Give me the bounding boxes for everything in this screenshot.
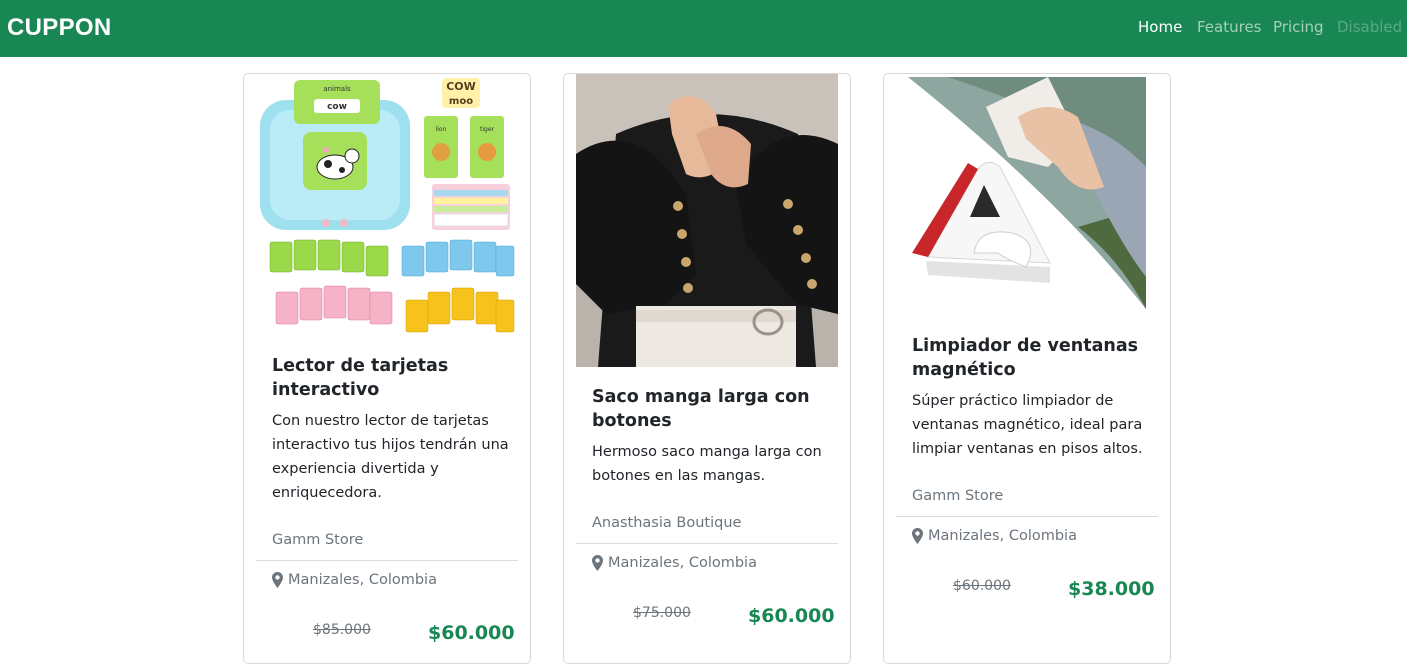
location-text: Manizales, Colombia bbox=[928, 528, 1077, 544]
sale-price: $60.000 bbox=[748, 605, 835, 627]
map-pin-icon bbox=[912, 528, 923, 544]
store-name: Gamm Store bbox=[272, 532, 364, 548]
product-card[interactable]: Limpiador de ventanas magnético Súper pr… bbox=[883, 73, 1171, 664]
banner-top-text: COW bbox=[446, 80, 476, 93]
navbar: CUPPON Home Features Pricing Disabled bbox=[0, 0, 1407, 57]
cardigan-image bbox=[576, 74, 838, 367]
flash-card-reader-image: animals cow COW moo lion tiger bbox=[256, 74, 518, 336]
card-divider bbox=[256, 560, 518, 561]
product-card[interactable]: Saco manga larga con botones Hermoso sac… bbox=[563, 73, 851, 664]
product-image[interactable]: animals cow COW moo lion tiger bbox=[256, 74, 518, 336]
card-word-text: cow bbox=[327, 102, 347, 112]
location-text: Manizales, Colombia bbox=[288, 572, 437, 588]
card-title: Saco manga larga con botones bbox=[592, 387, 810, 431]
sale-price: $38.000 bbox=[1068, 578, 1155, 600]
card-description: Con nuestro lector de tarjetas interacti… bbox=[272, 413, 509, 501]
location: Manizales, Colombia bbox=[912, 528, 1077, 544]
store-name: Gamm Store bbox=[912, 488, 1004, 504]
card-description: Súper práctico limpiador de ventanas mag… bbox=[912, 393, 1143, 457]
card-header-text: animals bbox=[323, 85, 351, 93]
nav-link-home[interactable]: Home bbox=[1138, 18, 1182, 36]
old-price: $60.000 bbox=[953, 578, 1011, 594]
old-price: $85.000 bbox=[313, 622, 371, 638]
nav-link-features[interactable]: Features bbox=[1197, 18, 1262, 36]
old-price: $75.000 bbox=[633, 605, 691, 621]
card-divider bbox=[576, 543, 838, 544]
location-text: Manizales, Colombia bbox=[608, 555, 757, 571]
card-title: Lector de tarjetas interactivo bbox=[272, 356, 449, 400]
card-title: Limpiador de ventanas magnético bbox=[912, 336, 1139, 380]
banner-bottom-text: moo bbox=[449, 96, 473, 107]
card-description: Hermoso saco manga larga con botones en … bbox=[592, 444, 822, 484]
store-name: Anasthasia Boutique bbox=[592, 515, 742, 531]
nav-link-disabled: Disabled bbox=[1337, 18, 1403, 36]
brand-logo[interactable]: CUPPON bbox=[7, 14, 111, 42]
map-pin-icon bbox=[592, 555, 603, 571]
tiger-card-text: tiger bbox=[480, 126, 495, 133]
product-image[interactable] bbox=[576, 74, 838, 367]
lion-card-text: lion bbox=[436, 126, 447, 133]
location: Manizales, Colombia bbox=[592, 555, 757, 571]
product-card[interactable]: animals cow COW moo lion tiger Lector de… bbox=[243, 73, 531, 664]
window-cleaner-image bbox=[908, 77, 1146, 309]
product-image[interactable] bbox=[908, 77, 1146, 309]
card-divider bbox=[896, 516, 1158, 517]
map-pin-icon bbox=[272, 572, 283, 588]
location: Manizales, Colombia bbox=[272, 572, 437, 588]
sale-price: $60.000 bbox=[428, 622, 515, 644]
nav-link-pricing[interactable]: Pricing bbox=[1273, 18, 1324, 36]
